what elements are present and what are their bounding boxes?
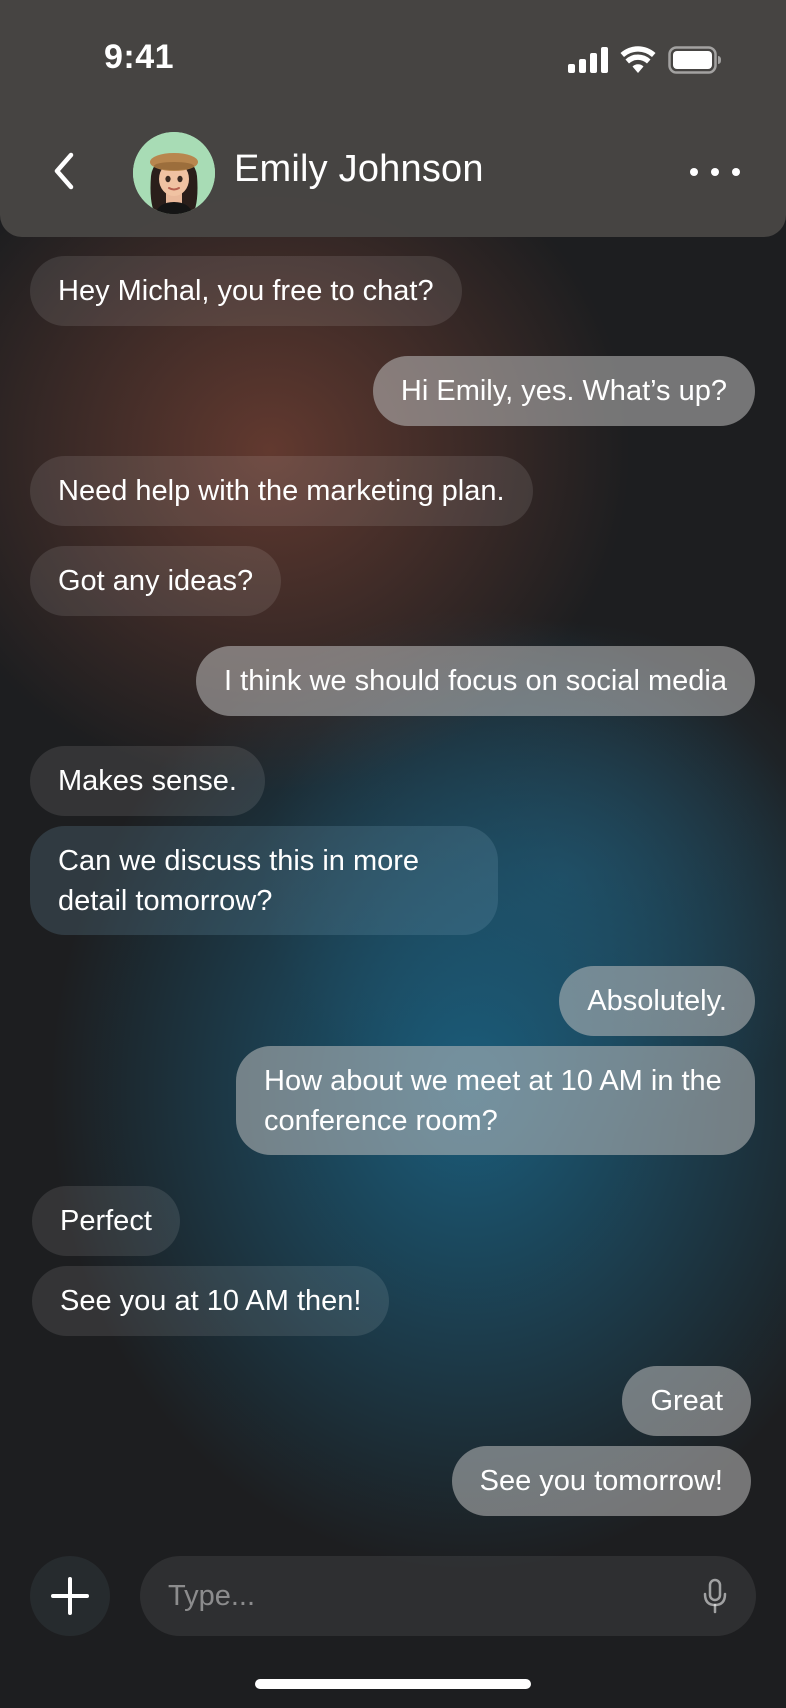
message-bubble-incoming[interactable]: Need help with the marketing plan.: [30, 456, 533, 526]
back-button[interactable]: [44, 145, 84, 197]
message-bubble-incoming[interactable]: Hey Michal, you free to chat?: [30, 256, 462, 326]
status-time: 9:41: [104, 38, 175, 76]
memoji-avatar-image: [133, 132, 215, 214]
home-indicator[interactable]: [255, 1679, 531, 1689]
message-bubble-incoming[interactable]: See you at 10 AM then!: [32, 1266, 390, 1336]
message-bubble-outgoing[interactable]: Hi Emily, yes. What’s up?: [372, 356, 755, 426]
more-horizontal-icon: [690, 168, 698, 176]
message-bubble-outgoing[interactable]: Great: [622, 1366, 751, 1436]
message-bubble-incoming[interactable]: Makes sense.: [30, 746, 265, 816]
message-input-container: [140, 1556, 756, 1636]
message-bubble-incoming[interactable]: Got any ideas?: [30, 546, 282, 616]
message-bubble-incoming[interactable]: Can we discuss this in more detail tomor…: [30, 826, 498, 935]
avatar[interactable]: [133, 132, 215, 214]
chevron-left-icon: [54, 152, 74, 190]
contact-name[interactable]: Emily Johnson: [234, 148, 484, 191]
battery-icon: [668, 46, 721, 74]
message-bubble-outgoing[interactable]: Absolutely.: [559, 966, 755, 1036]
microphone-icon: [703, 1578, 727, 1614]
signal-icon: [568, 47, 608, 73]
message-bubble-incoming[interactable]: Perfect: [32, 1186, 180, 1256]
message-bubble-outgoing[interactable]: I think we should focus on social media: [196, 646, 755, 716]
message-input[interactable]: [168, 1556, 648, 1636]
more-options-button[interactable]: [690, 160, 740, 184]
message-bubble-outgoing[interactable]: How about we meet at 10 AM in the confer…: [236, 1046, 755, 1155]
add-attachment-button[interactable]: [30, 1556, 110, 1636]
wifi-icon: [620, 46, 656, 73]
microphone-button[interactable]: [700, 1578, 730, 1614]
plus-icon: [51, 1577, 89, 1615]
message-bubble-outgoing[interactable]: See you tomorrow!: [451, 1446, 751, 1516]
chat-header: 9:41 Emily Johnson: [0, 0, 786, 237]
status-icons: [568, 44, 722, 76]
